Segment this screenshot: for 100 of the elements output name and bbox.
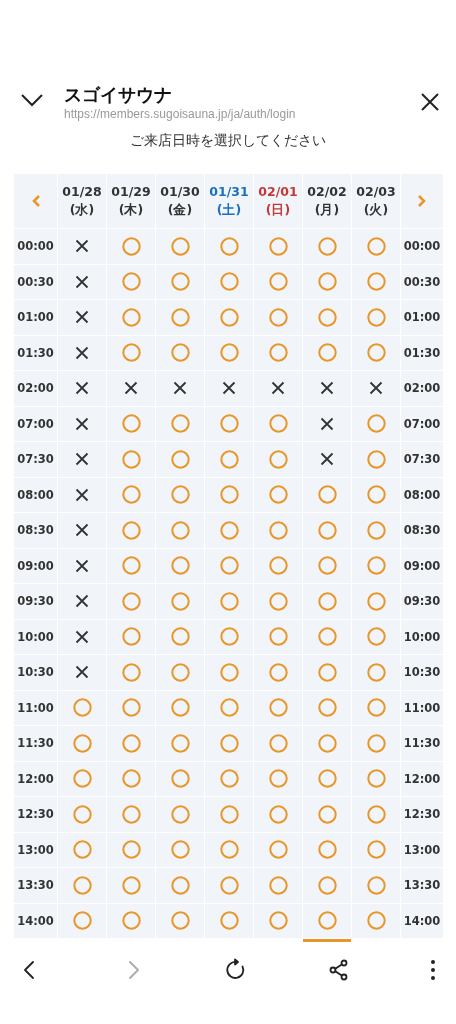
available-slot[interactable]: [317, 840, 337, 860]
available-slot[interactable]: [121, 556, 141, 576]
available-slot[interactable]: [121, 875, 141, 895]
available-slot[interactable]: [317, 485, 337, 505]
available-slot[interactable]: [170, 698, 190, 718]
available-slot[interactable]: [121, 272, 141, 292]
next-week-button[interactable]: [417, 194, 427, 208]
available-slot[interactable]: [268, 307, 288, 327]
available-slot[interactable]: [219, 343, 239, 363]
available-slot[interactable]: [219, 840, 239, 860]
available-slot[interactable]: [366, 236, 386, 256]
available-slot[interactable]: [170, 591, 190, 611]
available-slot[interactable]: [121, 627, 141, 647]
available-slot[interactable]: [219, 449, 239, 469]
available-slot[interactable]: [366, 449, 386, 469]
available-slot[interactable]: [366, 875, 386, 895]
available-slot[interactable]: [219, 556, 239, 576]
available-slot[interactable]: [366, 343, 386, 363]
available-slot[interactable]: [317, 698, 337, 718]
available-slot[interactable]: [366, 307, 386, 327]
available-slot[interactable]: [366, 272, 386, 292]
available-slot[interactable]: [121, 449, 141, 469]
available-slot[interactable]: [268, 591, 288, 611]
available-slot[interactable]: [170, 414, 190, 434]
available-slot[interactable]: [121, 414, 141, 434]
available-slot[interactable]: [72, 911, 92, 931]
available-slot[interactable]: [317, 343, 337, 363]
available-slot[interactable]: [121, 662, 141, 682]
available-slot[interactable]: [268, 911, 288, 931]
available-slot[interactable]: [366, 591, 386, 611]
available-slot[interactable]: [170, 485, 190, 505]
available-slot[interactable]: [317, 804, 337, 824]
available-slot[interactable]: [366, 698, 386, 718]
available-slot[interactable]: [121, 733, 141, 753]
available-slot[interactable]: [366, 769, 386, 789]
available-slot[interactable]: [121, 698, 141, 718]
available-slot[interactable]: [268, 840, 288, 860]
available-slot[interactable]: [121, 307, 141, 327]
available-slot[interactable]: [121, 520, 141, 540]
available-slot[interactable]: [366, 804, 386, 824]
available-slot[interactable]: [219, 662, 239, 682]
available-slot[interactable]: [268, 875, 288, 895]
available-slot[interactable]: [170, 272, 190, 292]
available-slot[interactable]: [366, 485, 386, 505]
available-slot[interactable]: [72, 698, 92, 718]
available-slot[interactable]: [219, 485, 239, 505]
available-slot[interactable]: [268, 272, 288, 292]
available-slot[interactable]: [72, 804, 92, 824]
available-slot[interactable]: [121, 485, 141, 505]
available-slot[interactable]: [366, 840, 386, 860]
available-slot[interactable]: [366, 556, 386, 576]
available-slot[interactable]: [121, 343, 141, 363]
available-slot[interactable]: [366, 733, 386, 753]
available-slot[interactable]: [317, 556, 337, 576]
available-slot[interactable]: [170, 343, 190, 363]
available-slot[interactable]: [121, 236, 141, 256]
available-slot[interactable]: [317, 520, 337, 540]
available-slot[interactable]: [268, 520, 288, 540]
available-slot[interactable]: [72, 769, 92, 789]
available-slot[interactable]: [219, 911, 239, 931]
available-slot[interactable]: [219, 414, 239, 434]
available-slot[interactable]: [170, 911, 190, 931]
available-slot[interactable]: [72, 840, 92, 860]
available-slot[interactable]: [366, 627, 386, 647]
available-slot[interactable]: [317, 875, 337, 895]
available-slot[interactable]: [170, 769, 190, 789]
available-slot[interactable]: [219, 875, 239, 895]
available-slot[interactable]: [219, 591, 239, 611]
available-slot[interactable]: [268, 236, 288, 256]
available-slot[interactable]: [170, 556, 190, 576]
available-slot[interactable]: [170, 804, 190, 824]
available-slot[interactable]: [219, 520, 239, 540]
available-slot[interactable]: [170, 236, 190, 256]
available-slot[interactable]: [268, 485, 288, 505]
collapse-button[interactable]: [20, 92, 44, 108]
available-slot[interactable]: [121, 591, 141, 611]
available-slot[interactable]: [121, 804, 141, 824]
available-slot[interactable]: [121, 911, 141, 931]
available-slot[interactable]: [317, 911, 337, 931]
available-slot[interactable]: [170, 449, 190, 469]
available-slot[interactable]: [317, 307, 337, 327]
available-slot[interactable]: [268, 662, 288, 682]
available-slot[interactable]: [268, 698, 288, 718]
available-slot[interactable]: [72, 875, 92, 895]
available-slot[interactable]: [317, 733, 337, 753]
available-slot[interactable]: [219, 804, 239, 824]
more-button[interactable]: [430, 959, 436, 981]
available-slot[interactable]: [268, 804, 288, 824]
available-slot[interactable]: [170, 662, 190, 682]
available-slot[interactable]: [366, 414, 386, 434]
available-slot[interactable]: [219, 769, 239, 789]
available-slot[interactable]: [268, 449, 288, 469]
available-slot[interactable]: [170, 875, 190, 895]
available-slot[interactable]: [268, 414, 288, 434]
available-slot[interactable]: [121, 769, 141, 789]
available-slot[interactable]: [121, 840, 141, 860]
available-slot[interactable]: [219, 272, 239, 292]
available-slot[interactable]: [268, 627, 288, 647]
available-slot[interactable]: [219, 627, 239, 647]
available-slot[interactable]: [219, 733, 239, 753]
